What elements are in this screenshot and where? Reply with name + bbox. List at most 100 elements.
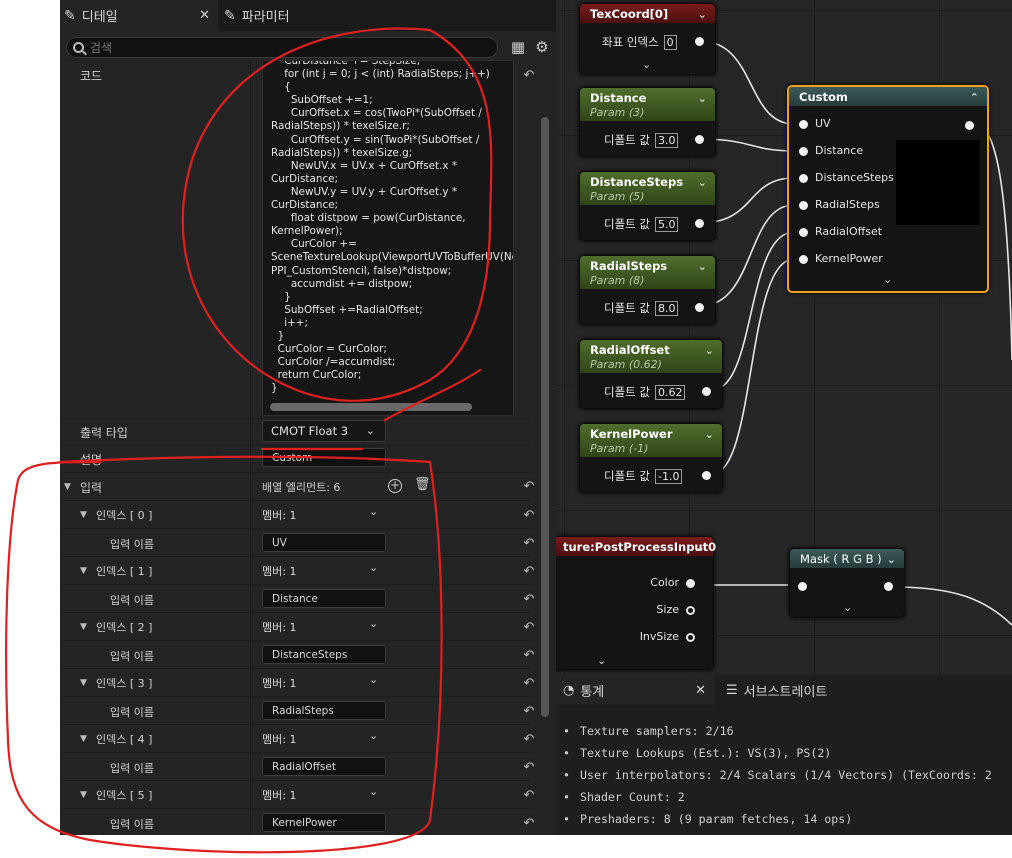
code-editor[interactable]: CurDistance += StepSize; for (int j = 0;… (262, 60, 514, 416)
default-value[interactable]: 5.0 (654, 216, 679, 232)
scene-texture-node[interactable]: ture:PostProcessInput0 ⌄ Color Size InvSi… (556, 536, 716, 670)
output-type-dropdown[interactable]: CMOT Float 3 ⌄ (262, 420, 386, 442)
output-pin[interactable] (695, 135, 704, 144)
tab-substrate[interactable]: ☰ 서브스트레이트 (726, 675, 866, 705)
expand-chevron-icon[interactable]: ⌄ (642, 58, 651, 71)
chevron-down-icon[interactable]: ⌄ (698, 176, 707, 189)
default-value[interactable]: 3.0 (654, 132, 679, 148)
collapse-triangle-icon[interactable]: ▼ (64, 482, 71, 492)
chevron-down-icon[interactable]: ⌄ (887, 553, 896, 566)
coordinate-index-value[interactable]: 0 (663, 34, 677, 50)
input-name-field[interactable]: DistanceSteps (262, 645, 386, 664)
chevron-down-icon[interactable]: ⌄ (698, 92, 707, 105)
output-pin[interactable] (695, 37, 704, 46)
reset-arrow-icon[interactable]: ↶ (522, 565, 536, 579)
reset-arrow-icon[interactable]: ↶ (522, 69, 536, 83)
material-graph[interactable]: TexCoord[0] ⌄ 좌표 인덱스 0 ⌄ Distance Param (… (556, 0, 1012, 675)
tab-details[interactable]: ✎ 디테일 ✕ (60, 0, 218, 31)
input-name-field[interactable]: RadialSteps (262, 701, 386, 720)
custom-input-pin[interactable] (799, 120, 808, 129)
input-name-field[interactable]: KernelPower (262, 813, 386, 832)
collapse-triangle-icon[interactable]: ▼ (80, 566, 87, 576)
reset-arrow-icon[interactable]: ↶ (522, 733, 536, 747)
chevron-down-icon[interactable]: ⌄ (698, 260, 707, 273)
input-index-label: 인덱스 [ 2 ] (96, 621, 153, 634)
scene-output-pin[interactable] (686, 606, 695, 615)
chevron-down-icon[interactable]: ⌄ (705, 428, 714, 441)
custom-input-pin[interactable] (799, 228, 808, 237)
code-text[interactable]: CurDistance += StepSize; for (int j = 0;… (263, 61, 513, 395)
description-field[interactable]: Custom (262, 448, 386, 467)
custom-input-pin[interactable] (799, 255, 808, 264)
mask-output-pin[interactable] (884, 582, 893, 591)
chevron-down-icon[interactable]: ⌄ (696, 541, 705, 554)
reset-arrow-icon[interactable]: ↶ (522, 480, 536, 494)
custom-input-pin[interactable] (799, 147, 808, 156)
expand-chevron-icon[interactable]: ⌄ (597, 654, 606, 667)
reset-arrow-icon[interactable]: ↶ (522, 649, 536, 663)
collapse-triangle-icon[interactable]: ▼ (80, 622, 87, 632)
add-element-icon[interactable]: + (388, 479, 402, 493)
chevron-down-icon[interactable]: ⌄ (369, 505, 378, 518)
output-pin[interactable] (695, 303, 704, 312)
param-node[interactable]: RadialOffset Param (0.62) ⌄ 디폴트 값 0.62 (579, 339, 723, 409)
tab-parameters[interactable]: ✎ 파라미터 (222, 0, 342, 31)
default-value[interactable]: 8.0 (654, 300, 679, 316)
close-icon[interactable]: ✕ (199, 8, 210, 23)
trash-icon[interactable]: 🗑 (414, 477, 431, 492)
reset-arrow-icon[interactable]: ↶ (522, 593, 536, 607)
reset-arrow-icon[interactable]: ↶ (522, 621, 536, 635)
custom-output-pin[interactable] (965, 121, 974, 130)
reset-arrow-icon[interactable]: ↶ (522, 789, 536, 803)
param-node[interactable]: RadialSteps Param (8) ⌄ 디폴트 값 8.0 (579, 255, 716, 325)
param-node[interactable]: DistanceSteps Param (5) ⌄ 디폴트 값 5.0 (579, 171, 716, 241)
output-pin[interactable] (702, 387, 711, 396)
mask-node[interactable]: Mask ( R G B ) ⌄ ⌄ (789, 548, 905, 618)
collapse-triangle-icon[interactable]: ▼ (80, 678, 87, 688)
expand-chevron-icon[interactable]: ⌄ (843, 601, 852, 614)
custom-input-pin[interactable] (799, 201, 808, 210)
reset-arrow-icon[interactable]: ↶ (522, 509, 536, 523)
chevron-down-icon[interactable]: ⌄ (369, 561, 378, 574)
stats-line: Shader Count: 2 (563, 786, 992, 808)
chevron-down-icon[interactable]: ⌄ (369, 673, 378, 686)
custom-input-pin[interactable] (799, 174, 808, 183)
tab-stats[interactable]: ◔ 통계 ✕ (556, 675, 714, 705)
code-horizontal-scrollbar[interactable] (270, 403, 472, 411)
chevron-down-icon[interactable]: ⌄ (705, 344, 714, 357)
param-node[interactable]: KernelPower Param (-1) ⌄ 디폴트 값 -1.0 (579, 423, 723, 493)
chevron-down-icon[interactable]: ⌄ (698, 8, 707, 21)
input-name-label: 입력 이름 (110, 762, 154, 775)
collapse-triangle-icon[interactable]: ▼ (80, 734, 87, 744)
details-vertical-scrollbar[interactable] (541, 117, 549, 717)
collapse-triangle-icon[interactable]: ▼ (80, 510, 87, 520)
output-pin[interactable] (695, 219, 704, 228)
chevron-down-icon[interactable]: ⌄ (369, 729, 378, 742)
reset-arrow-icon[interactable]: ↶ (522, 705, 536, 719)
chevron-down-icon[interactable]: ⌄ (369, 617, 378, 630)
mask-input-pin[interactable] (798, 582, 807, 591)
default-value[interactable]: 0.62 (654, 384, 686, 400)
reset-arrow-icon[interactable]: ↶ (522, 761, 536, 775)
scene-output-pin[interactable] (686, 633, 695, 642)
expand-chevron-icon[interactable]: ⌄ (883, 273, 892, 286)
param-node[interactable]: Distance Param (3) ⌄ 디폴트 값 3.0 (579, 87, 716, 157)
input-name-field[interactable]: Distance (262, 589, 386, 608)
search-icon (73, 42, 84, 53)
reset-arrow-icon[interactable]: ↶ (522, 537, 536, 551)
search-input[interactable]: 검색 (66, 37, 498, 58)
input-name-field[interactable]: RadialOffset (262, 757, 386, 776)
reset-arrow-icon[interactable]: ↶ (522, 677, 536, 691)
gear-icon[interactable]: ⚙ (533, 38, 551, 56)
close-icon[interactable]: ✕ (695, 683, 706, 698)
table-view-icon[interactable]: ▦ (509, 38, 527, 56)
default-value[interactable]: -1.0 (654, 468, 683, 484)
input-name-field[interactable]: UV (262, 533, 386, 552)
scene-output-pin[interactable] (686, 579, 695, 588)
chevron-down-icon[interactable]: ⌄ (369, 785, 378, 798)
output-pin[interactable] (702, 471, 711, 480)
reset-arrow-icon[interactable]: ↶ (522, 817, 536, 831)
collapse-chevron-icon[interactable]: ⌃ (970, 91, 979, 104)
collapse-triangle-icon[interactable]: ▼ (80, 790, 87, 800)
texcoord-node[interactable]: TexCoord[0] ⌄ 좌표 인덱스 0 ⌄ (579, 3, 716, 75)
